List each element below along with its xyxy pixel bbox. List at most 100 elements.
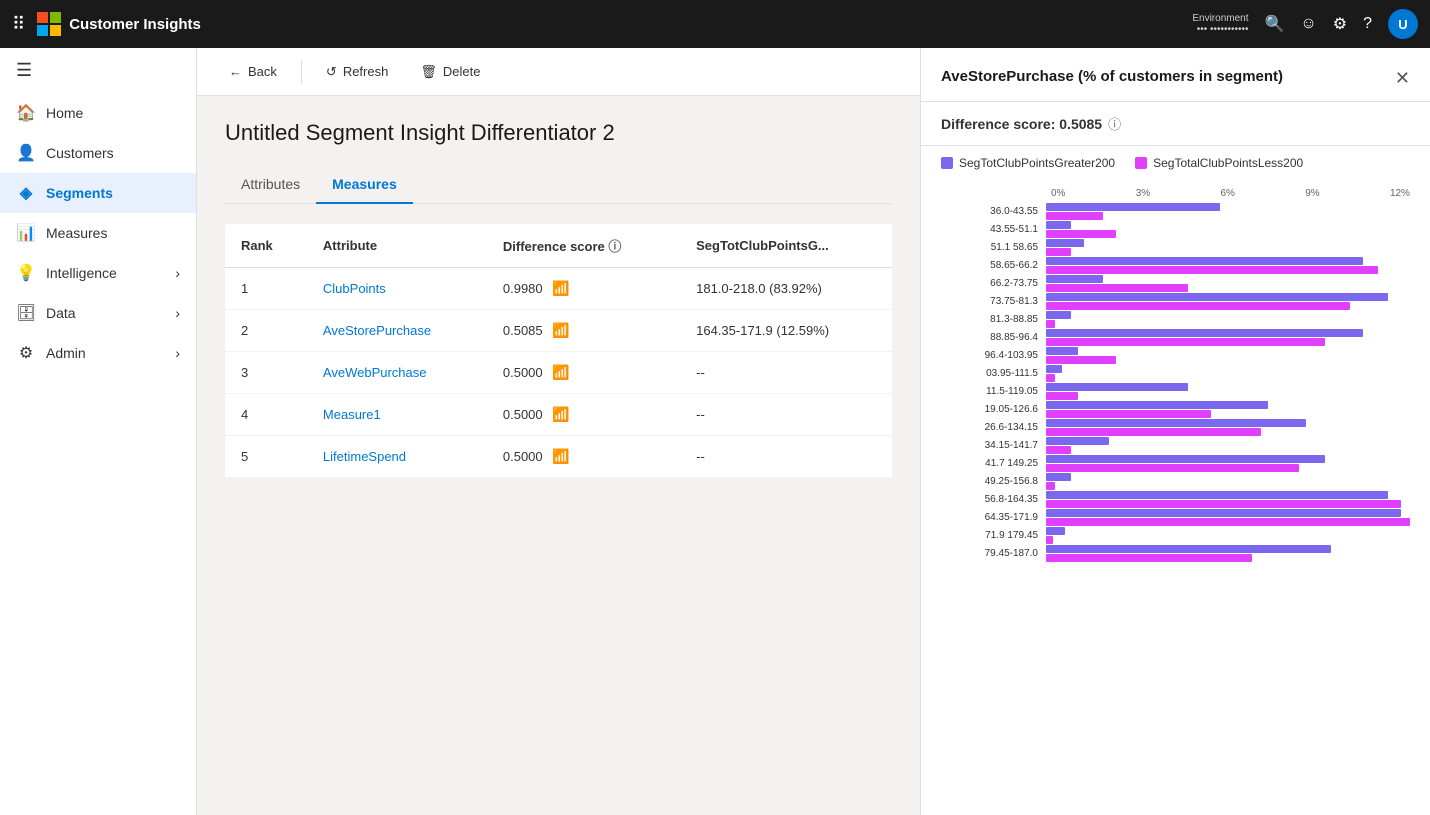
bar-group <box>1046 473 1410 490</box>
cell-seg1: -- <box>680 436 892 478</box>
sidebar-item-segments[interactable]: ◈ Segments <box>0 173 196 213</box>
bar-row: 03.95-111.5 <box>941 365 1410 382</box>
delete-icon: 🗑 <box>420 64 437 80</box>
cell-attribute[interactable]: ClubPoints <box>307 268 487 310</box>
bar-group <box>1046 311 1410 328</box>
bar-purple <box>1046 509 1401 517</box>
cell-score: 0.5000 📶 <box>487 436 680 478</box>
sidebar-item-home-label: Home <box>46 105 83 121</box>
x-axis: 0% 3% 6% 9% 12% <box>941 188 1410 199</box>
legend-dot-1 <box>941 157 953 169</box>
cell-seg1: 164.35-171.9 (12.59%) <box>680 310 892 352</box>
table-row[interactable]: 2 AveStorePurchase 0.5085 📶 164.35-171.9… <box>225 310 892 352</box>
bar-label: 71.9 179.45 <box>941 530 1046 541</box>
bar-magenta <box>1046 482 1055 490</box>
delete-button[interactable]: 🗑 Delete <box>408 58 492 86</box>
bar-group <box>1046 347 1410 364</box>
bar-magenta <box>1046 356 1116 364</box>
table-header-row: Rank Attribute Difference score ⓘ SegTot… <box>225 224 892 268</box>
customers-icon: 👤 <box>16 143 36 163</box>
cell-rank: 5 <box>225 436 307 478</box>
tab-measures[interactable]: Measures <box>316 166 413 204</box>
chart-bar-icon[interactable]: 📶 <box>552 364 569 380</box>
bar-row: 41.7 149.25 <box>941 455 1410 472</box>
panel-info-icon[interactable]: ⓘ <box>1108 114 1121 133</box>
cell-attribute[interactable]: AveWebPurchase <box>307 352 487 394</box>
sidebar-item-home[interactable]: 🏠 Home <box>0 93 196 133</box>
tab-attributes[interactable]: Attributes <box>225 166 316 204</box>
sidebar-toggle[interactable]: ☰ <box>0 48 196 93</box>
panel-close-button[interactable]: ✕ <box>1395 68 1410 89</box>
bar-row: 26.6-134.15 <box>941 419 1410 436</box>
chart-bar-icon[interactable]: 📶 <box>552 280 569 296</box>
data-chevron-icon: › <box>175 305 180 321</box>
chart-bar-icon[interactable]: 📶 <box>552 322 569 338</box>
avatar[interactable]: U <box>1388 9 1418 39</box>
bar-purple <box>1046 311 1071 319</box>
bar-magenta <box>1046 392 1078 400</box>
bar-label: 26.6-134.15 <box>941 422 1046 433</box>
bar-purple <box>1046 401 1268 409</box>
bar-group <box>1046 329 1410 346</box>
sidebar-item-intelligence[interactable]: 💡 Intelligence › <box>0 253 196 293</box>
table-row[interactable]: 3 AveWebPurchase 0.5000 📶 -- <box>225 352 892 394</box>
diff-score-info-icon[interactable]: ⓘ <box>608 239 621 254</box>
bar-label: 51.1 58.65 <box>941 242 1046 253</box>
toolbar-divider <box>301 60 302 84</box>
bar-row: 43.55-51.1 <box>941 221 1410 238</box>
bar-label: 34.15-141.7 <box>941 440 1046 451</box>
search-icon[interactable]: 🔍 <box>1264 14 1284 34</box>
cell-attribute[interactable]: LifetimeSpend <box>307 436 487 478</box>
table-row[interactable]: 4 Measure1 0.5000 📶 -- <box>225 394 892 436</box>
cell-score: 0.5000 📶 <box>487 394 680 436</box>
settings-icon[interactable]: ⚙ <box>1333 14 1347 34</box>
admin-chevron-icon: › <box>175 345 180 361</box>
table-row[interactable]: 5 LifetimeSpend 0.5000 📶 -- <box>225 436 892 478</box>
refresh-button[interactable]: ↺ Refresh <box>314 58 400 86</box>
smiley-icon[interactable]: ☺ <box>1300 15 1316 33</box>
back-label: Back <box>248 64 277 79</box>
sidebar-item-admin[interactable]: ⚙ Admin › <box>0 333 196 373</box>
bar-purple <box>1046 383 1188 391</box>
bar-label: 79.45-187.0 <box>941 548 1046 559</box>
help-icon[interactable]: ? <box>1363 15 1372 33</box>
env-label: Environment <box>1192 13 1248 24</box>
bar-purple <box>1046 455 1325 463</box>
bar-label: 19.05-126.6 <box>941 404 1046 415</box>
back-button[interactable]: ← Back <box>217 58 289 85</box>
cell-attribute[interactable]: AveStorePurchase <box>307 310 487 352</box>
bar-purple <box>1046 545 1331 553</box>
chart-bar-icon[interactable]: 📶 <box>552 406 569 422</box>
bar-label: 96.4-103.95 <box>941 350 1046 361</box>
panel-header: AveStorePurchase (% of customers in segm… <box>921 48 1430 102</box>
bar-magenta <box>1046 500 1401 508</box>
apps-icon[interactable]: ⠿ <box>12 14 25 35</box>
bar-label: 41.7 149.25 <box>941 458 1046 469</box>
bar-magenta <box>1046 464 1299 472</box>
bar-purple <box>1046 221 1071 229</box>
bar-purple <box>1046 347 1078 355</box>
env-value: ••• ••••••••••• <box>1197 24 1249 35</box>
sidebar-item-measures[interactable]: 📊 Measures <box>0 213 196 253</box>
bar-group <box>1046 437 1410 454</box>
bar-row: 58.65-66.2 <box>941 257 1410 274</box>
chart-bar-icon[interactable]: 📶 <box>552 448 569 464</box>
col-rank: Rank <box>225 224 307 268</box>
bar-group <box>1046 401 1410 418</box>
sidebar-item-data[interactable]: 🗄 Data › <box>0 293 196 333</box>
tab-attributes-label: Attributes <box>241 176 300 192</box>
bar-purple <box>1046 239 1084 247</box>
cell-rank: 2 <box>225 310 307 352</box>
bar-label: 11.5-119.05 <box>941 386 1046 397</box>
bar-magenta <box>1046 230 1116 238</box>
bar-row: 71.9 179.45 <box>941 527 1410 544</box>
sidebar-item-customers[interactable]: 👤 Customers <box>0 133 196 173</box>
measures-table-container: Rank Attribute Difference score ⓘ SegTot… <box>225 224 892 478</box>
table-row[interactable]: 1 ClubPoints 0.9980 📶 181.0-218.0 (83.92… <box>225 268 892 310</box>
cell-attribute[interactable]: Measure1 <box>307 394 487 436</box>
cell-seg1: -- <box>680 352 892 394</box>
bar-purple <box>1046 203 1220 211</box>
bar-group <box>1046 275 1410 292</box>
x-tick-9: 9% <box>1305 188 1319 199</box>
x-tick-0: 0% <box>1051 188 1065 199</box>
